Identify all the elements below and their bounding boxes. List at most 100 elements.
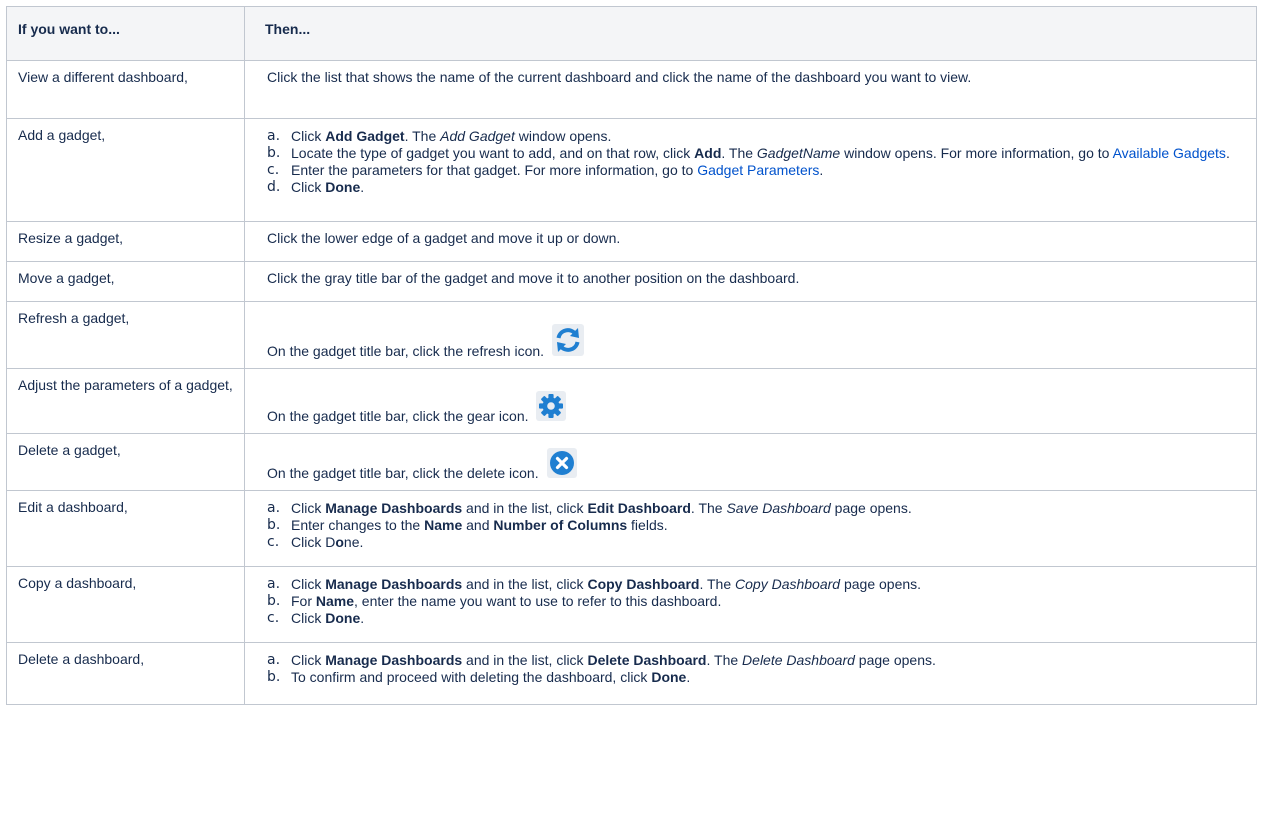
step-text: . The	[690, 500, 727, 516]
step-text: Click D	[291, 534, 336, 550]
row-action: Edit a dashboard,	[6, 490, 245, 567]
row-instructions: On the gadget title bar, click the delet…	[244, 433, 1257, 491]
step-text: .	[1225, 145, 1230, 161]
step-text: fields.	[627, 517, 668, 533]
step-italic: Add Gadget	[440, 128, 515, 144]
list-item: a. Click Manage Dashboards and in the lis…	[267, 576, 1246, 593]
row-instructions: Click the list that shows the name of th…	[244, 60, 1257, 119]
step-text: Enter changes to the	[291, 517, 425, 533]
header-col-then: Then...	[244, 6, 1257, 61]
list-marker: c.	[267, 610, 280, 626]
step-text: page opens.	[854, 652, 936, 668]
step-bold: Copy Dashboard	[587, 576, 700, 592]
row-instructions: On the gadget title bar, click the refre…	[244, 301, 1257, 369]
step-text: and in the list, click	[462, 576, 588, 592]
list-item: a. Click Add Gadget. The Add Gadget windo…	[267, 128, 1246, 145]
list-marker: a.	[267, 128, 281, 144]
step-text: . The	[699, 576, 736, 592]
step-text: Click	[291, 610, 326, 626]
instruction-text: On the gadget title bar, click the refre…	[267, 343, 545, 359]
help-table: If you want to... Then... View a differe…	[6, 6, 1257, 705]
list-marker: a.	[267, 576, 281, 592]
list-marker: a.	[267, 500, 281, 516]
step-text: Locate the type of gadget you want to ad…	[291, 145, 695, 161]
step-text: Click	[291, 179, 326, 195]
step-text: , enter the name you want to use to refe…	[354, 593, 722, 609]
row-action: Delete a dashboard,	[6, 642, 245, 705]
step-text: . The	[706, 652, 743, 668]
step-bold: Manage Dashboards	[325, 576, 463, 592]
row-action: View a different dashboard,	[6, 60, 245, 119]
step-bold: Edit Dashboard	[587, 500, 691, 516]
list-marker: b.	[267, 593, 281, 609]
steps-list: a. Click Add Gadget. The Add Gadget windo…	[267, 128, 1246, 196]
step-bold: Done	[651, 669, 687, 685]
step-bold: Name	[424, 517, 463, 533]
list-item: a. Click Manage Dashboards and in the lis…	[267, 652, 1246, 669]
table-row: Adjust the parameters of a gadget, On th…	[6, 368, 1257, 434]
row-action: Move a gadget,	[6, 261, 245, 302]
list-item: b. For Name, enter the name you want to u…	[267, 593, 1246, 610]
step-text: ne.	[343, 534, 364, 550]
row-instructions: Click the gray title bar of the gadget a…	[244, 261, 1257, 302]
list-item: c. Click Done.	[267, 534, 1246, 551]
list-marker: a.	[267, 652, 281, 668]
table-row: Move a gadget, Click the gray title bar …	[6, 261, 1257, 302]
step-text: . The	[404, 128, 441, 144]
step-bold: Done	[325, 610, 361, 626]
step-text: window opens. For more information, go t…	[840, 145, 1113, 161]
steps-list: a. Click Manage Dashboards and in the lis…	[267, 576, 1246, 627]
table-row: Delete a gadget, On the gadget title bar…	[6, 433, 1257, 491]
step-text: . The	[721, 145, 757, 161]
row-action: Refresh a gadget,	[6, 301, 245, 369]
delete-icon	[546, 448, 577, 482]
step-text: page opens.	[830, 500, 912, 516]
step-italic: Copy Dashboard	[735, 576, 841, 592]
step-text: Enter the parameters for that gadget. Fo…	[291, 162, 698, 178]
step-text: .	[360, 179, 365, 195]
step-text: .	[819, 162, 824, 178]
list-item: b. Locate the type of gadget you want to …	[267, 145, 1246, 162]
instruction-text: On the gadget title bar, click the delet…	[267, 465, 539, 481]
row-instructions: Click the lower edge of a gadget and mov…	[244, 221, 1257, 262]
list-item: c. Click Done.	[267, 610, 1246, 627]
step-bold: Add Gadget	[325, 128, 405, 144]
table-row: Edit a dashboard, a. Click Manage Dashboa…	[6, 490, 1257, 567]
step-text: Click	[291, 500, 326, 516]
step-bold: Manage Dashboards	[325, 652, 463, 668]
list-marker: b.	[267, 669, 281, 685]
step-bold: Number of Columns	[493, 517, 628, 533]
gadget-parameters-link[interactable]: Gadget Parameters	[697, 162, 819, 178]
step-text: To confirm and proceed with deleting the…	[291, 669, 652, 685]
step-text: window opens.	[514, 128, 612, 144]
row-instructions: a. Click Manage Dashboards and in the lis…	[244, 642, 1257, 705]
table-row: Resize a gadget, Click the lower edge of…	[6, 221, 1257, 262]
step-bold: Done	[325, 179, 361, 195]
list-item: b. Enter changes to the Name and Number o…	[267, 517, 1246, 534]
list-item: a. Click Manage Dashboards and in the lis…	[267, 500, 1246, 517]
list-marker: d.	[267, 179, 281, 195]
row-instructions: a. Click Manage Dashboards and in the lis…	[244, 566, 1257, 643]
list-marker: b.	[267, 145, 281, 161]
step-text: For	[291, 593, 316, 609]
row-instructions: a. Click Manage Dashboards and in the lis…	[244, 490, 1257, 567]
step-bold: Delete Dashboard	[587, 652, 707, 668]
step-text: page opens.	[840, 576, 922, 592]
available-gadgets-link[interactable]: Available Gadgets	[1113, 145, 1226, 161]
step-text: Click	[291, 652, 326, 668]
list-marker: c.	[267, 534, 280, 550]
step-bold: Name	[315, 593, 355, 609]
instruction-text: On the gadget title bar, click the gear …	[267, 408, 529, 424]
gear-icon	[536, 391, 567, 425]
row-action: Copy a dashboard,	[6, 566, 245, 643]
table-row: Delete a dashboard, a. Click Manage Dashb…	[6, 642, 1257, 705]
row-instructions: a. Click Add Gadget. The Add Gadget windo…	[244, 118, 1257, 222]
step-italic: Save Dashboard	[726, 500, 831, 516]
row-instructions: On the gadget title bar, click the gear …	[244, 368, 1257, 434]
step-italic: Delete Dashboard	[742, 652, 855, 668]
step-bold: o	[335, 534, 344, 550]
step-text: .	[360, 610, 365, 626]
steps-list: a. Click Manage Dashboards and in the lis…	[267, 652, 1246, 686]
refresh-icon	[551, 324, 584, 360]
row-action: Delete a gadget,	[6, 433, 245, 491]
